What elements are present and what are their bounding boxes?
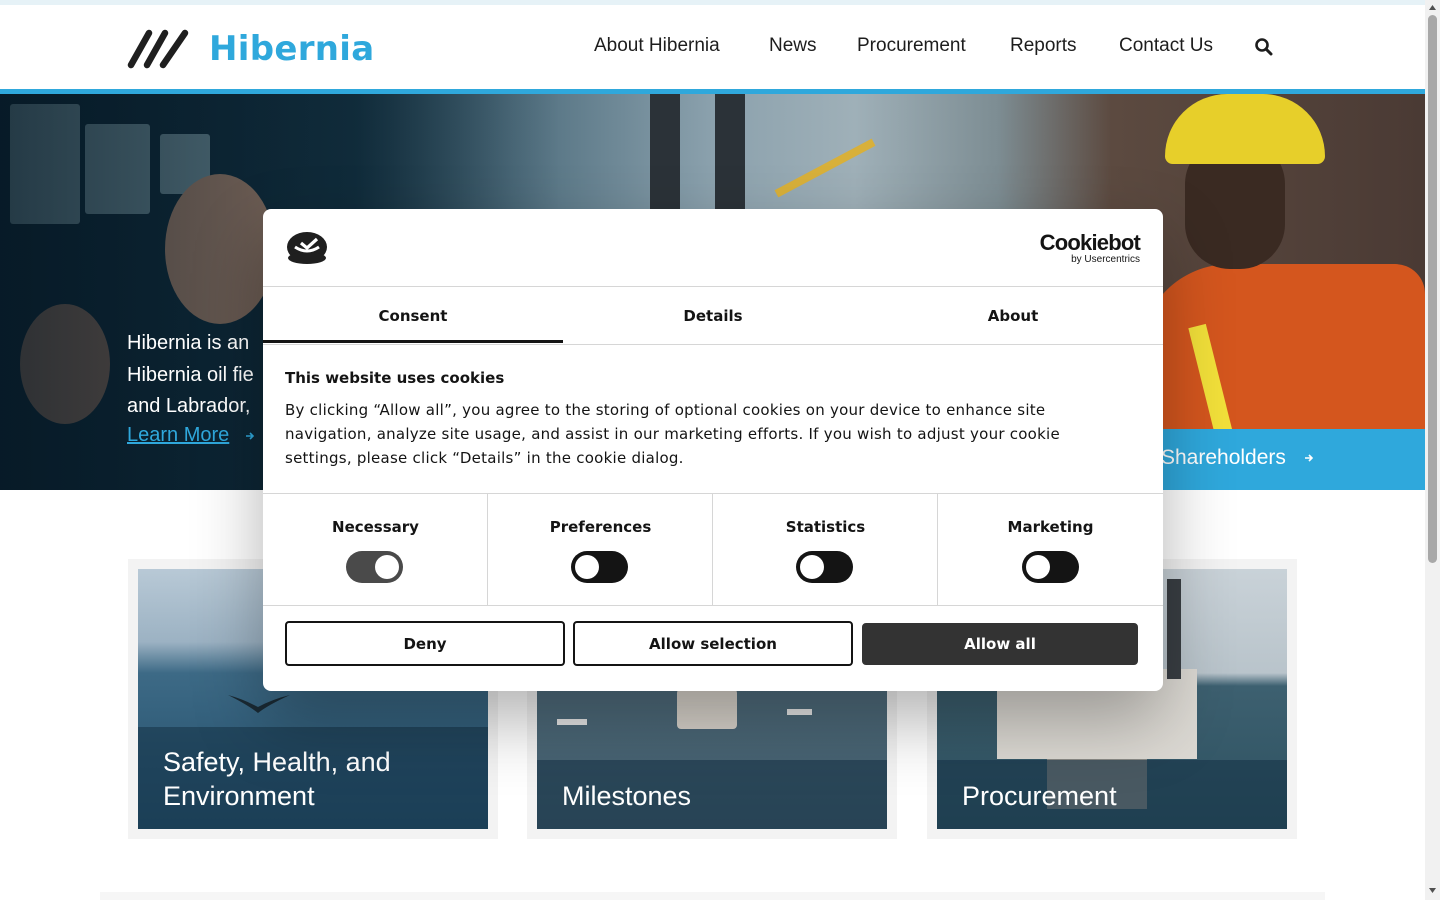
cookie-heading: This website uses cookies [285,369,505,387]
cookie-consent-dialog: Cookiebot by Usercentrics Consent Detail… [263,209,1163,691]
derrick-shape [1167,579,1181,679]
deny-button[interactable]: Deny [285,621,565,666]
tab-about[interactable]: About [863,287,1163,344]
category-label: Necessary [332,518,419,536]
toggle-knob [1026,555,1050,579]
cookie-description: By clicking “Allow all”, you agree to th… [285,401,1060,467]
shareholders-link[interactable]: Shareholders [1161,446,1286,470]
tab-consent[interactable]: Consent [263,287,563,344]
boat-shape [787,709,812,715]
allow-selection-button[interactable]: Allow selection [573,621,853,666]
main-nav: About Hibernia News Procurement Reports … [0,35,1425,59]
whale-tail-icon [228,695,290,713]
arrow-right-icon [1305,454,1314,462]
dialog-divider [263,344,1163,345]
search-icon[interactable] [1254,37,1274,57]
learn-more-link[interactable]: Learn More [127,424,229,447]
dialog-divider [263,605,1163,606]
rig-tower [650,94,680,209]
arrow-right-icon [246,432,255,440]
scroll-down-icon[interactable] [1428,886,1437,895]
nav-reports[interactable]: Reports [1010,35,1077,57]
scroll-up-icon[interactable] [1428,3,1437,12]
card-title: Safety, Health, and Environment [163,747,391,811]
nav-procurement[interactable]: Procurement [857,35,966,57]
card-title: Milestones [562,781,692,811]
marketing-toggle[interactable] [1022,551,1079,583]
cookiebot-wordmark: Cookiebot [1039,230,1141,255]
card-title: Procurement [962,781,1117,811]
rig-tower [715,94,745,209]
site-header: Hibernia About Hibernia News Procurement… [0,5,1425,89]
platform-shape [677,689,737,729]
boat-shape [557,719,587,725]
cookiebot-brand[interactable]: Cookiebot by Usercentrics [1039,230,1141,265]
active-tab-indicator [263,340,563,343]
cookie-logo-icon [287,232,327,264]
category-label: Preferences [549,518,652,536]
toggle-knob [800,555,824,579]
category-statistics: Statistics [713,494,938,605]
preferences-toggle[interactable] [571,551,628,583]
category-label: Statistics [785,518,866,536]
allow-all-button[interactable]: Allow all [862,623,1138,665]
necessary-toggle[interactable] [346,551,403,583]
nav-contact-us[interactable]: Contact Us [1119,35,1213,57]
toggle-knob [375,555,399,579]
category-marketing: Marketing [938,494,1163,605]
category-necessary: Necessary [263,494,488,605]
statistics-toggle[interactable] [796,551,853,583]
cookie-categories: Necessary Preferences Statistics Marketi… [263,494,1163,605]
scrollbar-thumb[interactable] [1428,15,1437,563]
next-section-hint [100,892,1325,900]
category-label: Marketing [1007,518,1094,536]
tab-details[interactable]: Details [563,287,863,344]
category-preferences: Preferences [488,494,713,605]
worker-hardhat [1165,94,1325,164]
nav-news[interactable]: News [769,35,817,57]
cookiebot-subtitle: by Usercentrics [1071,254,1140,265]
rig-crane [774,138,876,198]
nav-about-hibernia[interactable]: About Hibernia [594,35,720,57]
toggle-knob [575,555,599,579]
